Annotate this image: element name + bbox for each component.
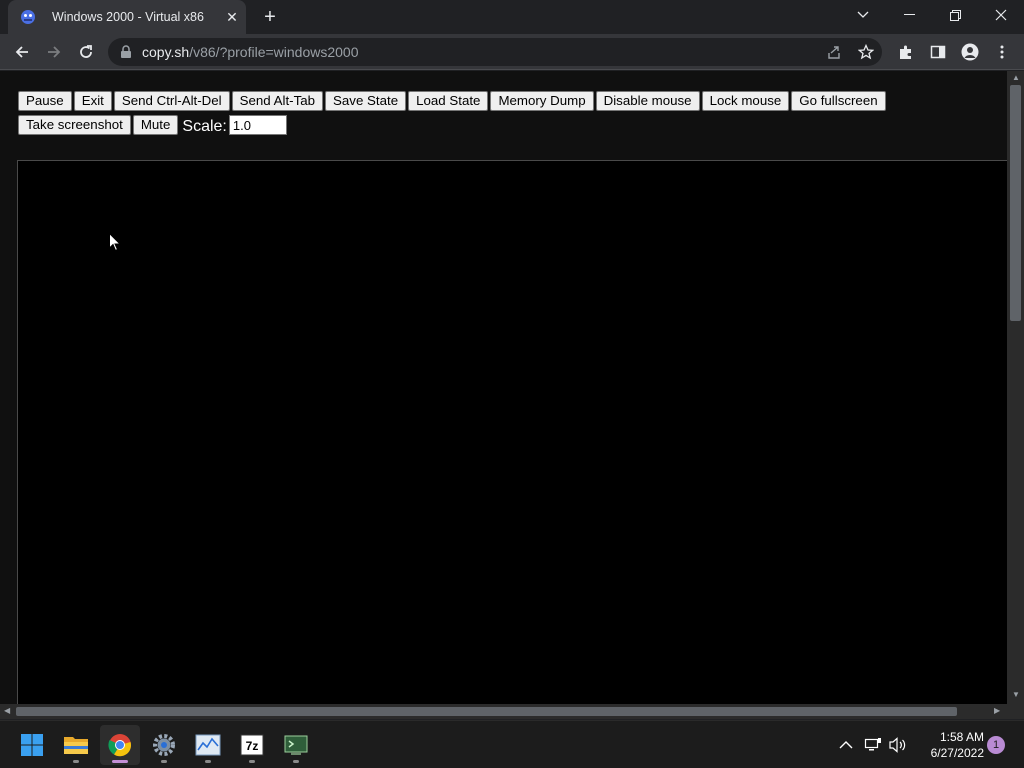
scroll-down-icon[interactable]: ▼ [1012,691,1020,699]
back-icon[interactable] [10,40,34,64]
browser-tab[interactable]: Windows 2000 - Virtual x86 ✕ [8,0,246,34]
url-host: copy.sh [142,44,190,60]
running-indicator [205,760,211,763]
forward-icon[interactable] [42,40,66,64]
url-path: /v86/?profile=windows2000 [189,44,359,60]
profile-icon[interactable] [958,40,982,64]
reload-icon[interactable] [74,40,98,64]
notification-badge[interactable]: 1 [987,736,1005,754]
file-explorer-icon[interactable] [56,725,96,765]
bookmark-star-icon[interactable] [858,44,874,60]
scrollbar-corner [1007,704,1024,719]
exit-button[interactable]: Exit [73,91,112,111]
browser-tabstrip: Windows 2000 - Virtual x86 ✕ + [0,0,1024,34]
terminal-icon[interactable] [276,725,316,765]
address-bar[interactable]: copy.sh/v86/?profile=windows2000 [108,38,882,66]
tab-search-icon[interactable] [840,0,886,30]
mouse-cursor-icon [109,233,121,252]
lock-mouse-button[interactable]: Lock mouse [701,91,790,111]
send-ctrl-alt-del-button[interactable]: Send Ctrl-Alt-Del [113,91,230,111]
windows-start-icon[interactable] [12,725,52,765]
emulator-screen[interactable] [17,160,1007,704]
volume-icon[interactable] [888,735,908,755]
running-indicator [249,760,255,763]
load-state-button[interactable]: Load State [408,91,489,111]
clock-date: 6/27/2022 [930,746,984,760]
menu-kebab-icon[interactable] [990,40,1014,64]
page-content: Pause Exit Send Ctrl-Alt-Del Send Alt-Tab Sa… [0,71,1007,704]
7zip-icon[interactable]: 7z [232,725,272,765]
pause-button[interactable]: Pause [18,91,72,111]
taskbar: 7z 1:58 AM 6/27/2022 1 [0,720,1024,768]
scroll-right-icon[interactable]: ▶ [994,707,1000,715]
share-icon[interactable] [826,44,842,60]
minimize-icon[interactable] [886,0,932,30]
settings-icon[interactable] [144,725,184,765]
extensions-icon[interactable] [894,40,918,64]
taskbar-clock[interactable]: 1:58 AM 6/27/2022 [914,729,984,761]
memory-dump-button[interactable]: Memory Dump [490,91,594,111]
clock-time: 1:58 AM [939,730,984,744]
lock-icon[interactable] [120,45,132,59]
running-indicator [73,760,79,763]
side-panel-icon[interactable] [926,40,950,64]
running-indicator [293,760,299,763]
horizontal-scroll-thumb[interactable] [16,707,957,716]
close-window-icon[interactable] [978,0,1024,30]
tab-title: Windows 2000 - Virtual x86 [52,10,204,24]
disable-mouse-button[interactable]: Disable mouse [595,91,700,111]
horizontal-scrollbar[interactable]: ◀ ▶ [0,704,1007,719]
tab-close-icon[interactable]: ✕ [224,9,240,25]
chrome-icon[interactable] [100,725,140,765]
network-icon[interactable] [863,735,883,755]
go-fullscreen-button[interactable]: Go fullscreen [791,91,886,111]
scroll-left-icon[interactable]: ◀ [4,707,10,715]
save-state-button[interactable]: Save State [325,91,407,111]
active-indicator [112,760,128,763]
scale-input[interactable] [228,115,287,135]
show-hidden-icons-chevron-up-icon[interactable] [836,735,856,755]
svg-text:7z: 7z [246,739,259,753]
running-indicator [161,760,167,763]
restore-icon[interactable] [932,0,978,30]
scale-label: Scale: [182,118,227,135]
browser-toolbar: copy.sh/v86/?profile=windows2000 [0,34,1024,70]
emulator-controls: Pause Exit Send Ctrl-Alt-Del Send Alt-Tab Sa… [18,91,998,139]
vertical-scroll-thumb[interactable] [1010,85,1021,321]
new-tab-icon[interactable]: + [260,7,280,27]
mute-button[interactable]: Mute [132,115,179,135]
performance-monitor-icon[interactable] [188,725,228,765]
v86-favicon-icon [21,10,35,24]
send-alt-tab-button[interactable]: Send Alt-Tab [231,91,324,111]
scroll-up-icon[interactable]: ▲ [1012,74,1020,82]
take-screenshot-button[interactable]: Take screenshot [18,115,131,135]
vertical-scrollbar[interactable]: ▲ ▼ [1007,71,1024,704]
